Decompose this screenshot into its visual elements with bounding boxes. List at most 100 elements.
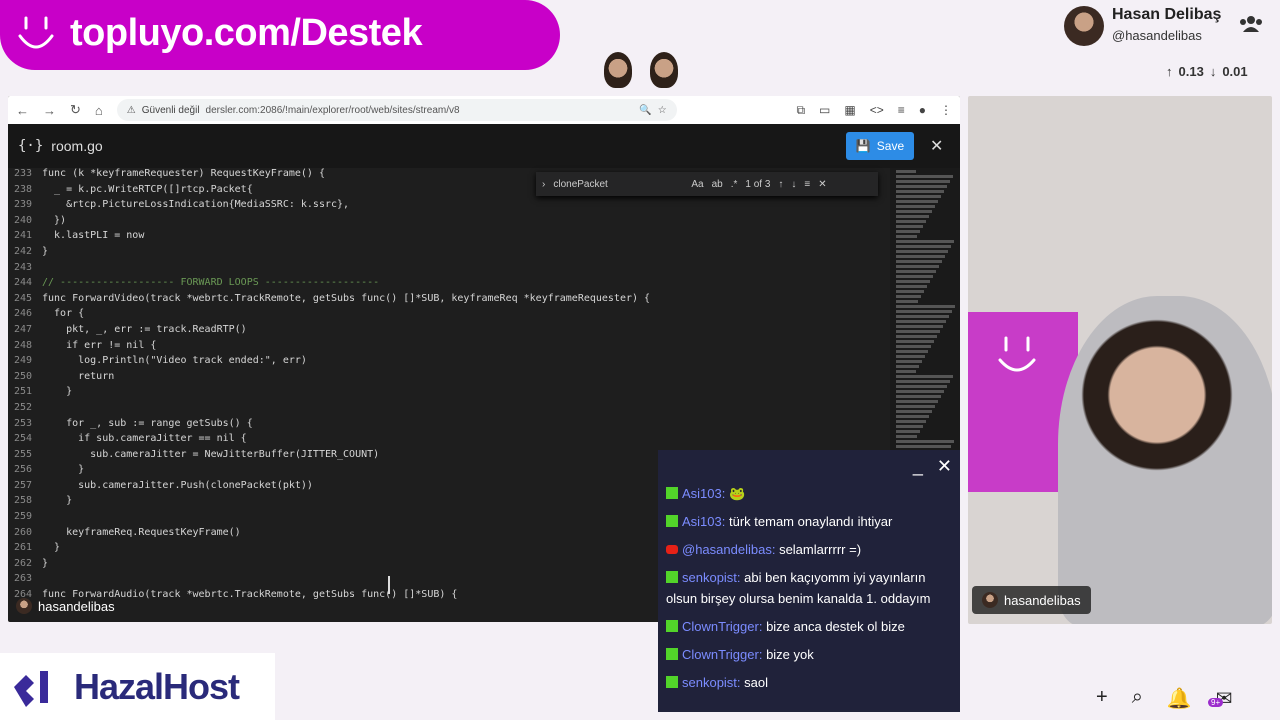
brand-banner: topluyo.com/Destek (0, 0, 560, 70)
minimap-line (896, 220, 926, 223)
text-cursor (388, 576, 390, 594)
chat-username[interactable]: ClownTrigger: (682, 647, 762, 662)
reading-list-icon[interactable]: ≡ (898, 103, 905, 118)
minimap-line (896, 195, 941, 198)
minimap-line (896, 345, 931, 348)
chat-message: @hasandelibas: selamlarrrrr =) (658, 536, 960, 564)
chat-username[interactable]: ClownTrigger: (682, 619, 762, 634)
zoom-icon[interactable]: 🔍 (639, 105, 651, 116)
viewer-avatar (650, 52, 678, 88)
chat-username[interactable]: senkopist: (682, 675, 741, 690)
minimap-line (896, 335, 937, 338)
streamer-handle: @hasandelibas (1112, 28, 1202, 43)
line-number: 251 (13, 386, 32, 398)
line-number: 253 (13, 417, 32, 429)
chat-message: Asi103: 🐸 (658, 480, 960, 508)
minimap-line (896, 180, 950, 183)
find-input[interactable]: clonePacket (553, 179, 683, 190)
code-line: 246 for { (8, 308, 888, 324)
reload-icon[interactable]: ↻ (70, 102, 81, 118)
code-icon[interactable]: <> (870, 103, 884, 118)
close-editor-icon[interactable]: ✕ (930, 136, 943, 156)
close-chat-icon[interactable]: ✕ (937, 456, 952, 476)
viewer-heads (604, 52, 678, 88)
minimap-line (896, 355, 925, 358)
minimize-icon[interactable]: _ (913, 456, 923, 476)
line-text: k.lastPLI = now (42, 230, 145, 242)
search-icon[interactable]: ⌕ (1132, 686, 1143, 711)
minimap-line (896, 380, 950, 383)
back-icon[interactable]: ← (16, 103, 29, 118)
chat-username[interactable]: @hasandelibas: (682, 542, 775, 557)
chat-username[interactable]: Asi103: (682, 486, 725, 501)
plus-icon[interactable]: + (1096, 686, 1108, 711)
arrow-up-icon[interactable]: ↑ (1166, 64, 1173, 79)
code-line: 243 (8, 262, 888, 278)
streamer-card: Hasan Delibaş @hasandelibas ↑ 0.13 ↓ 0.01 (1062, 4, 1280, 86)
next-match-icon[interactable]: ↓ (791, 179, 796, 190)
forward-icon[interactable]: → (43, 103, 56, 118)
minimap-line (896, 175, 953, 178)
cam-name-tag: hasandelibas (972, 586, 1091, 614)
kick-icon (666, 571, 678, 584)
minimap-line (896, 350, 928, 353)
chat-text: saol (744, 674, 769, 690)
menu-icon[interactable]: ⋮ (940, 103, 952, 118)
code-line: 240 }) (8, 215, 888, 231)
line-number: 240 (13, 214, 32, 226)
minimap-line (896, 260, 942, 263)
line-text: } (42, 386, 73, 398)
line-text: func (k *keyframeRequester) RequestKeyFr… (42, 168, 325, 179)
code-line: 252 (8, 402, 888, 418)
minimap-line (896, 420, 926, 423)
chevron-right-icon[interactable]: › (542, 179, 545, 190)
close-find-icon[interactable]: ✕ (818, 179, 826, 190)
star-icon[interactable]: ☆ (658, 105, 667, 116)
arrow-down-icon[interactable]: ↓ (1210, 64, 1217, 79)
chat-username[interactable]: Asi103: (682, 514, 725, 529)
people-icon[interactable] (1238, 14, 1264, 34)
selection-icon[interactable]: ≡ (804, 179, 810, 190)
save-label: Save (876, 139, 905, 153)
bell-icon[interactable]: 🔔 (1167, 686, 1192, 711)
save-button[interactable]: 💾 Save (846, 132, 914, 160)
chat-panel: _ ✕ Asi103: 🐸 Asi103: türk temam onayland… (658, 450, 960, 712)
save-icon: 💾 (855, 139, 871, 153)
minimap-line (896, 280, 930, 283)
prev-match-icon[interactable]: ↑ (778, 179, 783, 190)
minimap-line (896, 390, 944, 393)
line-text: sub.cameraJitter = NewJitterBuffer(JITTE… (42, 448, 380, 460)
home-icon[interactable]: ⌂ (95, 103, 103, 118)
apps-icon[interactable]: ▦ (844, 103, 855, 118)
line-text: if sub.cameraJitter == nil { (42, 433, 247, 445)
vote-stats: ↑ 0.13 ↓ 0.01 (1166, 64, 1248, 79)
banner-text: topluyo.com/Destek (70, 12, 423, 54)
profile-icon[interactable]: ● (919, 103, 926, 118)
kick-icon (666, 515, 678, 528)
url-text: dersler.com:2086/!main/explorer/root/web… (205, 104, 460, 116)
minimap-line (896, 225, 923, 228)
minimap-line (896, 230, 920, 233)
line-text: &rtcp.PictureLossIndication{MediaSSRC: k… (42, 199, 350, 211)
minimap-line (896, 265, 939, 268)
kick-icon (666, 619, 678, 632)
youtube-icon (666, 545, 678, 555)
match-case-icon[interactable]: Aa (691, 179, 703, 190)
minimap-line (896, 270, 936, 273)
line-text: } (42, 557, 49, 569)
minimap-line (896, 365, 919, 368)
cast-icon[interactable]: ▭ (819, 103, 830, 118)
line-number: 238 (13, 183, 32, 195)
address-bar[interactable]: ⚠ Güvenli değil dersler.com:2086/!main/e… (116, 99, 677, 121)
line-text: _ = k.pc.WriteRTCP([]rtcp.Packet{ (42, 183, 253, 195)
regex-icon[interactable]: .* (731, 179, 738, 190)
chat-username[interactable]: senkopist: (682, 570, 741, 585)
line-number: 241 (13, 230, 32, 242)
extensions-icon[interactable]: ⧉ (796, 103, 805, 118)
minimap-line (896, 360, 922, 363)
notification-badge: 9+ (1208, 698, 1224, 707)
viewer-avatar (604, 52, 632, 88)
kick-icon (666, 487, 678, 499)
file-name: room.go (51, 138, 103, 154)
whole-word-icon[interactable]: ab (712, 179, 723, 190)
